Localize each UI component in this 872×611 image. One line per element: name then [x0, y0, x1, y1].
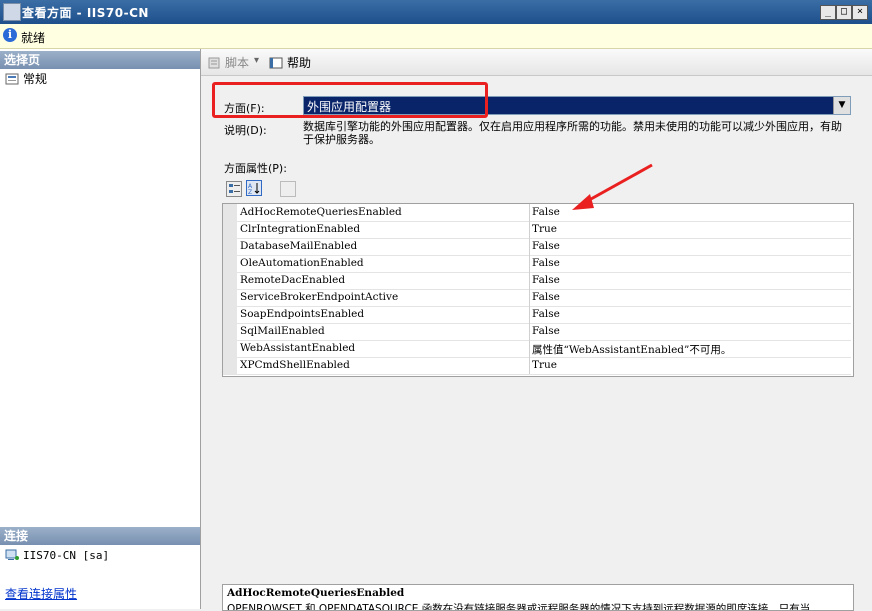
- property-value[interactable]: 属性值“WebAssistantEnabled”不可用。: [532, 342, 731, 357]
- property-value[interactable]: False: [532, 240, 560, 252]
- left-panel: 选择页 常规 连接 IIS70-CN [sa] 查看连接属性: [0, 49, 201, 609]
- title-bar: 查看方面 - IIS70-CN _ □ ×: [0, 0, 872, 24]
- table-row[interactable]: AdHocRemoteQueriesEnabled False: [223, 204, 851, 222]
- table-row[interactable]: RemoteDacEnabled False: [223, 272, 851, 290]
- property-name: SoapEndpointsEnabled: [240, 308, 365, 320]
- status-bar: i 就绪: [0, 24, 872, 49]
- help-button[interactable]: 帮助: [269, 54, 311, 71]
- window-title: 查看方面 - IIS70-CN: [22, 6, 149, 20]
- app-icon: [3, 3, 21, 21]
- property-value[interactable]: False: [532, 308, 560, 320]
- property-name: DatabaseMailEnabled: [240, 240, 358, 252]
- server-name: IIS70-CN [sa]: [23, 549, 110, 562]
- table-row[interactable]: SqlMailEnabled False: [223, 323, 851, 341]
- property-value[interactable]: True: [532, 223, 557, 235]
- table-row[interactable]: ServiceBrokerEndpointActive False: [223, 289, 851, 307]
- script-dropdown-arrow[interactable]: ▾: [254, 55, 259, 66]
- facet-description: 数据库引擎功能的外围应用配置器。仅在启用应用程序所需的功能。禁用未使用的功能可以…: [303, 120, 842, 146]
- property-value[interactable]: True: [532, 359, 557, 371]
- maximize-button[interactable]: □: [836, 5, 852, 20]
- help-text: OPENROWSET 和 OPENDATASOURCE 函数在没有链接服务器或远…: [227, 603, 811, 611]
- table-row[interactable]: WebAssistantEnabled 属性值“WebAssistantEnab…: [223, 340, 851, 358]
- property-value[interactable]: False: [532, 274, 560, 286]
- highlight-annotation-box: [212, 82, 488, 118]
- page-item-label: 常规: [23, 72, 48, 86]
- facet-properties-label: 方面属性(P):: [224, 162, 287, 175]
- info-icon: i: [3, 28, 17, 42]
- minimize-button[interactable]: _: [820, 5, 836, 20]
- status-text: 就绪: [21, 31, 46, 45]
- table-row[interactable]: ClrIntegrationEnabled True: [223, 221, 851, 239]
- page-item-general[interactable]: 常规: [5, 70, 47, 87]
- description-label: 说明(D):: [224, 124, 267, 137]
- property-pages-icon[interactable]: [280, 181, 296, 197]
- property-value[interactable]: False: [532, 325, 560, 337]
- table-row[interactable]: OleAutomationEnabled False: [223, 255, 851, 273]
- server-connection: IIS70-CN [sa]: [5, 549, 109, 562]
- table-row[interactable]: XPCmdShellEnabled True: [223, 357, 851, 375]
- connection-header: 连接: [0, 527, 200, 545]
- table-row[interactable]: SoapEndpointsEnabled False: [223, 306, 851, 324]
- chevron-down-icon[interactable]: ▼: [833, 97, 850, 114]
- property-name: WebAssistantEnabled: [240, 342, 356, 354]
- property-name: ServiceBrokerEndpointActive: [240, 291, 399, 303]
- table-row[interactable]: DatabaseMailEnabled False: [223, 238, 851, 256]
- property-name: XPCmdShellEnabled: [240, 359, 350, 371]
- property-value[interactable]: False: [532, 206, 560, 218]
- property-grid: AdHocRemoteQueriesEnabled False ClrInteg…: [222, 203, 854, 377]
- property-name: ClrIntegrationEnabled: [240, 223, 361, 235]
- categorized-icon[interactable]: [226, 181, 242, 197]
- alphabetical-sort-icon[interactable]: AZ: [246, 180, 262, 196]
- select-page-header: 选择页: [0, 51, 200, 69]
- help-title: AdHocRemoteQueriesEnabled: [227, 587, 405, 599]
- annotation-arrow: [572, 163, 653, 210]
- property-name: RemoteDacEnabled: [240, 274, 346, 286]
- help-icon: [269, 57, 283, 69]
- server-icon: [5, 549, 19, 561]
- property-value[interactable]: False: [532, 257, 560, 269]
- script-button[interactable]: 脚本: [207, 54, 249, 71]
- property-value[interactable]: False: [532, 291, 560, 303]
- toolbar: 脚本 ▾ 帮助: [201, 49, 872, 76]
- svg-text:Z: Z: [248, 189, 252, 195]
- property-description-panel: AdHocRemoteQueriesEnabled OPENROWSET 和 O…: [222, 584, 854, 611]
- page-icon: [5, 73, 19, 85]
- script-icon: [207, 57, 221, 69]
- property-name: OleAutomationEnabled: [240, 257, 364, 269]
- view-connection-properties-link[interactable]: 查看连接属性: [5, 585, 77, 602]
- property-name: SqlMailEnabled: [240, 325, 325, 337]
- close-button[interactable]: ×: [852, 5, 868, 20]
- property-name: AdHocRemoteQueriesEnabled: [240, 206, 402, 218]
